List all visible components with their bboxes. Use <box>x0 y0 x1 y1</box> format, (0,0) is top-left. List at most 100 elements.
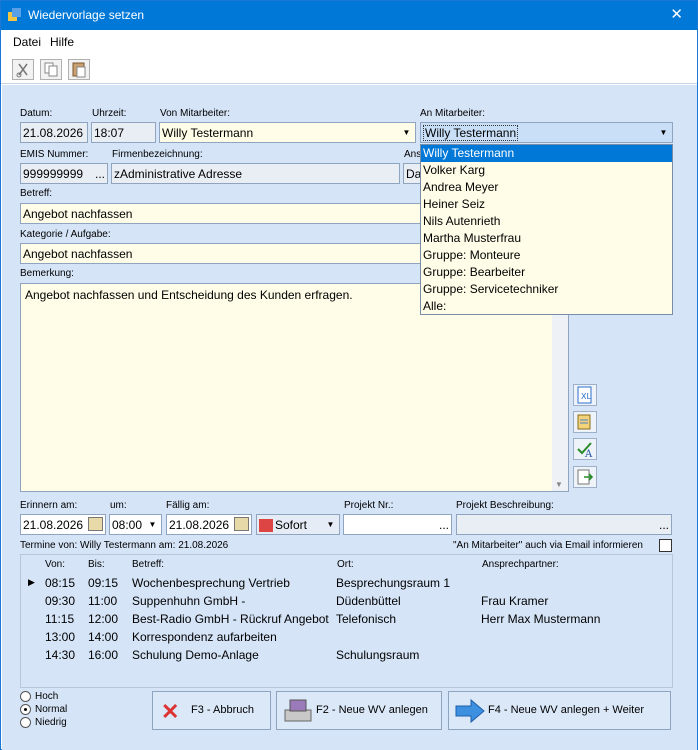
chevron-down-icon[interactable]: ▼ <box>655 123 672 142</box>
dropdown-item[interactable]: Gruppe: Monteure <box>421 247 672 264</box>
label-erinnern: Erinnern am: <box>20 500 78 511</box>
an-mitarbeiter-dropdown[interactable]: Willy Testermann Volker Karg Andrea Meye… <box>420 144 673 315</box>
uhrzeit-field[interactable]: 18:07 <box>91 122 156 143</box>
cancel-icon: ✕ <box>161 699 180 724</box>
neue-wv-weiter-button[interactable]: F4 - Neue WV anlegen + Weiter <box>448 691 671 730</box>
label-emis: EMIS Nummer: <box>20 149 89 160</box>
an-mitarbeiter-select[interactable]: Willy Testermann ▼ <box>420 122 673 143</box>
table-row[interactable]: 14:30 16:00 Schulung Demo-Anlage Schulun… <box>21 646 653 664</box>
document-icon[interactable] <box>573 411 597 433</box>
menu-bar: Datei Hilfe <box>1 30 697 54</box>
cell-von: 14:30 <box>45 648 76 662</box>
cell-betreff: Suppenhuhn GmbH - <box>132 594 246 608</box>
close-icon[interactable]: ✕ <box>670 5 683 23</box>
neue-wv-label: F2 - Neue WV anlegen <box>316 704 428 716</box>
grid-header: Von: Bis: Betreff: Ort: Ansprechpartner: <box>21 557 653 573</box>
dropdown-item[interactable]: Alle: <box>421 298 672 315</box>
spellcheck-icon[interactable]: A <box>573 438 597 460</box>
svg-text:A: A <box>584 449 593 459</box>
firma-field[interactable]: zAdministrative Adresse <box>111 163 400 184</box>
label-bemerkung: Bemerkung: <box>20 268 74 279</box>
sofort-value: Sofort <box>275 518 308 532</box>
menu-datei[interactable]: Datei <box>13 35 41 49</box>
table-row[interactable]: 13:00 14:00 Korrespondenz aufarbeiten <box>21 628 653 646</box>
email-info-checkbox[interactable] <box>659 539 672 552</box>
von-mitarbeiter-select[interactable]: Willy Testermann ▼ <box>159 122 416 143</box>
copy-icon[interactable] <box>40 59 62 80</box>
priority-hoch-label: Hoch <box>35 691 59 702</box>
dropdown-item[interactable]: Volker Karg <box>421 162 672 179</box>
cell-ort: Telefonisch <box>336 612 397 626</box>
dropdown-item[interactable]: Martha Musterfrau <box>421 230 672 247</box>
label-datum: Datum: <box>20 108 53 119</box>
cell-bis: 14:00 <box>88 630 119 644</box>
cut-icon[interactable] <box>12 59 34 80</box>
an-mitarbeiter-value: Willy Testermann <box>423 125 519 141</box>
col-betreff: Betreff: <box>132 559 165 570</box>
termine-label: Termine von: Willy Testermann am: 21.08.… <box>20 540 229 551</box>
abbruch-label: F3 - Abbruch <box>191 704 254 716</box>
cell-betreff: Schulung Demo-Anlage <box>132 648 259 662</box>
priority-hoch-radio[interactable] <box>20 691 31 702</box>
chevron-down-icon[interactable]: ▼ <box>398 123 415 142</box>
priority-niedrig-radio[interactable] <box>20 717 31 728</box>
chevron-down-icon[interactable]: ▼ <box>322 515 339 534</box>
sofort-select[interactable]: Sofort ▼ <box>256 514 340 535</box>
chevron-down-icon[interactable]: ▼ <box>144 515 161 534</box>
datum-field[interactable]: 21.08.2026 <box>20 122 88 143</box>
emis-lookup-button[interactable]: ... <box>95 167 105 181</box>
cell-ansprechpartner: Herr Max Mustermann <box>481 612 601 626</box>
scrollbar[interactable]: ▼ <box>552 284 568 491</box>
cell-von: 11:15 <box>45 612 75 626</box>
printer-disk-icon <box>284 699 312 722</box>
cell-betreff: Korrespondenz aufarbeiten <box>132 630 277 644</box>
dropdown-item[interactable]: Andrea Meyer <box>421 179 672 196</box>
menu-hilfe[interactable]: Hilfe <box>50 35 74 49</box>
dropdown-item[interactable]: Willy Testermann <box>421 145 672 162</box>
abbruch-button[interactable]: ✕ F3 - Abbruch <box>152 691 271 730</box>
calendar-icon[interactable] <box>234 517 249 531</box>
excel-export-icon[interactable]: XL <box>573 384 597 406</box>
faellig-value: 21.08.2026 <box>169 518 230 532</box>
paste-icon[interactable] <box>68 59 90 80</box>
dropdown-item[interactable]: Gruppe: Servicetechniker <box>421 281 672 298</box>
svg-text:XL: XL <box>581 392 591 401</box>
faellig-date-field[interactable]: 21.08.2026 <box>166 514 252 535</box>
label-von-mitarbeiter: Von Mitarbeiter: <box>160 108 231 119</box>
erinnern-date-field[interactable]: 21.08.2026 <box>20 514 106 535</box>
priority-normal-radio[interactable] <box>20 704 31 715</box>
cell-ansprechpartner: Frau Kramer <box>481 594 549 608</box>
cell-von: 13:00 <box>45 630 76 644</box>
calendar-icon[interactable] <box>88 517 103 531</box>
um-time-select[interactable]: 08:00 ▼ <box>109 514 162 535</box>
betreff-field[interactable]: Angebot nachfassen <box>20 203 423 224</box>
cell-bis: 09:15 <box>88 576 119 590</box>
projekt-beschreibung-button[interactable]: ... <box>659 518 669 532</box>
calendar-7-icon <box>259 519 273 533</box>
projekt-lookup-button[interactable]: ... <box>439 518 449 532</box>
dropdown-item[interactable]: Heiner Seiz <box>421 196 672 213</box>
scroll-down-icon[interactable]: ▼ <box>555 480 563 489</box>
cell-ort: Besprechungsraum 1 <box>336 576 451 590</box>
col-von: Von: <box>45 559 66 570</box>
dropdown-item[interactable]: Nils Autenrieth <box>421 213 672 230</box>
table-row[interactable]: 08:15 09:15 Wochenbesprechung Vertrieb B… <box>21 574 653 592</box>
table-row[interactable]: 11:15 12:00 Best-Radio GmbH - Rückruf An… <box>21 610 653 628</box>
kategorie-field[interactable]: Angebot nachfassen <box>20 243 423 264</box>
priority-niedrig-label: Niedrig <box>35 717 67 728</box>
dropdown-item[interactable]: Gruppe: Bearbeiter <box>421 264 672 281</box>
table-row[interactable]: 09:30 11:00 Suppenhuhn GmbH - Düdenbütte… <box>21 592 653 610</box>
label-projekt-nr: Projekt Nr.: <box>344 500 394 511</box>
label-betreff: Betreff: <box>20 188 53 199</box>
neue-wv-button[interactable]: F2 - Neue WV anlegen <box>276 691 442 730</box>
label-firma: Firmenbezeichnung: <box>112 149 203 160</box>
label-uhrzeit: Uhrzeit: <box>92 108 127 119</box>
emis-field[interactable]: 999999999... <box>20 163 108 184</box>
projekt-beschreibung-field[interactable]: ... <box>456 514 672 535</box>
projekt-nr-field[interactable]: ... <box>343 514 452 535</box>
cell-betreff: Wochenbesprechung Vertrieb <box>132 576 290 590</box>
priority-normal-label: Normal <box>35 704 68 715</box>
forward-icon[interactable] <box>573 466 597 488</box>
app-icon <box>8 8 21 21</box>
label-um: um: <box>110 500 127 511</box>
